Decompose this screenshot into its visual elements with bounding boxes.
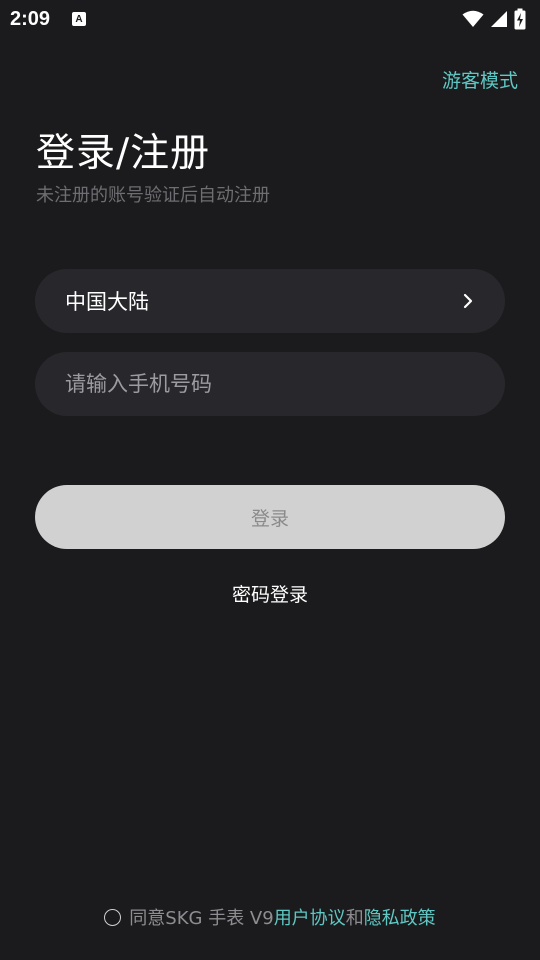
agreement-prefix: 同意SKG 手表 V9	[129, 908, 274, 929]
login-screen: 2:09 A 游客模式 登录/注册 未注册的账号验证后自动注册 中国大陆 请输入…	[0, 0, 540, 960]
battery-charging-icon	[514, 8, 526, 30]
status-bar: 2:09 A	[0, 0, 540, 38]
user-agreement-link[interactable]: 用户协议	[274, 904, 346, 930]
cellular-signal-icon	[491, 11, 507, 27]
agreement-and: 和	[345, 908, 364, 929]
phone-field-container	[35, 352, 505, 416]
notification-letter: A	[75, 13, 83, 25]
agreement-row: 同意SKG 手表 V9 用户协议 和 隐私政策	[0, 904, 540, 930]
page-title: 登录/注册	[36, 131, 211, 176]
guest-mode-link[interactable]: 游客模式	[442, 66, 518, 93]
password-login-link[interactable]: 密码登录	[0, 580, 540, 607]
privacy-policy-link[interactable]: 隐私政策	[364, 904, 436, 930]
chevron-right-icon	[461, 291, 475, 311]
phone-input[interactable]	[65, 372, 475, 396]
login-button[interactable]: 登录	[35, 485, 505, 549]
status-icons	[462, 8, 526, 30]
wifi-icon	[462, 10, 484, 27]
agreement-radio[interactable]	[104, 908, 122, 926]
notification-a-icon: A	[72, 12, 87, 26]
page-subtitle: 未注册的账号验证后自动注册	[36, 185, 270, 206]
region-selector[interactable]: 中国大陆	[35, 269, 505, 333]
status-time: 2:09	[10, 7, 51, 30]
region-label: 中国大陆	[65, 290, 149, 314]
